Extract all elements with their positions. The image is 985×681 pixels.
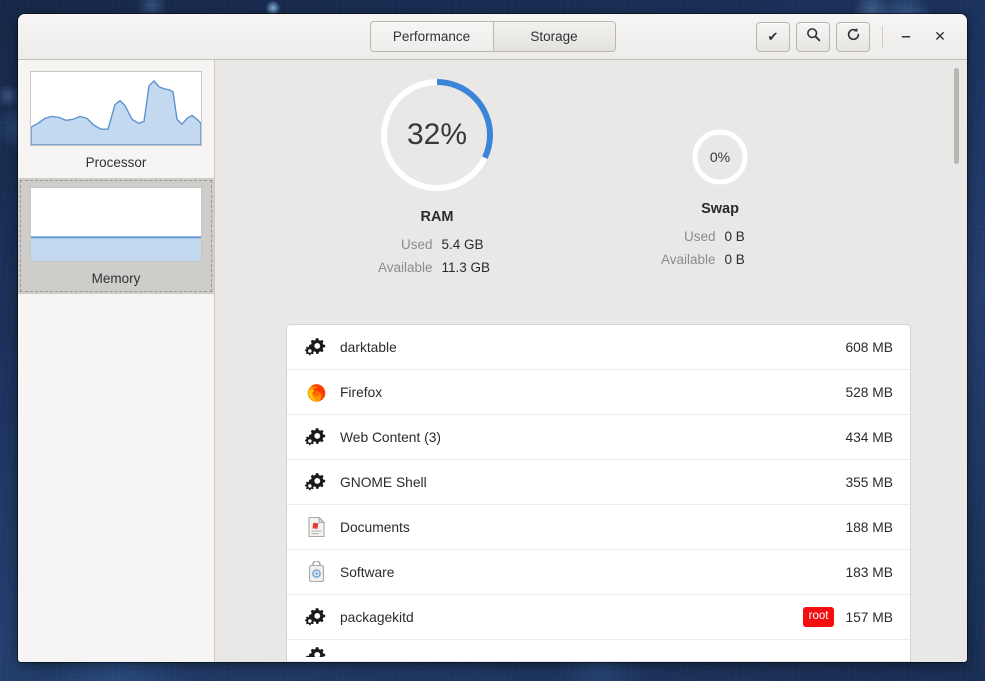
process-memory-value: 355 MB bbox=[845, 474, 893, 490]
cogs-icon bbox=[304, 425, 328, 449]
headerbar-separator bbox=[882, 25, 883, 48]
process-name: Firefox bbox=[340, 384, 383, 400]
ram-percent-label: 32% bbox=[406, 118, 468, 151]
process-row[interactable]: Web Content (3) 434 MB bbox=[287, 415, 910, 460]
process-name: GNOME Shell bbox=[340, 474, 427, 490]
performance-content: 32% RAM Used 5.4 GB Available 11.3 GB 0%… bbox=[215, 60, 967, 662]
software-icon bbox=[304, 560, 328, 584]
swap-used-value: 0 B bbox=[724, 229, 745, 244]
window-headerbar: Performance Storage bbox=[18, 14, 967, 60]
content-scrollbar[interactable] bbox=[954, 68, 959, 654]
process-row[interactable]: Documents 188 MB bbox=[287, 505, 910, 550]
process-name: packagekitd bbox=[340, 609, 414, 625]
ram-available-row: Available 11.3 GB bbox=[317, 260, 557, 275]
swap-stats: Used 0 B Available 0 B bbox=[605, 229, 835, 267]
sidebar-item-processor-label: Processor bbox=[85, 155, 147, 170]
memory-thumbnail-graph bbox=[30, 187, 202, 262]
ram-gauge-block: 32% RAM Used 5.4 GB Available 11.3 GB bbox=[317, 76, 557, 283]
minimize-button[interactable] bbox=[889, 22, 923, 52]
ram-used-value: 5.4 GB bbox=[441, 237, 484, 252]
ram-stats: Used 5.4 GB Available 11.3 GB bbox=[317, 237, 557, 275]
process-row[interactable] bbox=[287, 640, 910, 662]
process-row[interactable]: Firefox 528 MB bbox=[287, 370, 910, 415]
cogs-icon bbox=[304, 605, 328, 629]
swap-gauge-block: 0% Swap Used 0 B Available 0 B bbox=[605, 76, 835, 275]
swap-title: Swap bbox=[701, 201, 739, 217]
cogs-icon bbox=[304, 645, 328, 657]
process-list[interactable]: darktable 608 MB Firefox 528 MB Web Content … bbox=[286, 324, 911, 662]
processor-thumbnail-graph bbox=[30, 71, 202, 146]
process-user-badge: root bbox=[802, 606, 835, 628]
cogs-icon bbox=[304, 335, 328, 359]
process-memory-value: 434 MB bbox=[845, 429, 893, 445]
view-tab-switcher[interactable]: Performance Storage bbox=[369, 21, 616, 52]
process-memory-value: 183 MB bbox=[845, 564, 893, 580]
system-monitor-window: Performance Storage ✔ ‒ ✕ Processor Memo… bbox=[18, 14, 967, 662]
resource-sidebar: Processor Memory bbox=[18, 60, 215, 662]
process-row[interactable]: GNOME Shell 355 MB bbox=[287, 460, 910, 505]
swap-percent-label: 0% bbox=[709, 149, 731, 165]
close-icon bbox=[934, 28, 946, 45]
process-memory-value: 528 MB bbox=[845, 384, 893, 400]
tab-storage-label: Storage bbox=[530, 29, 578, 44]
ram-title: RAM bbox=[420, 209, 454, 225]
process-list-area: darktable 608 MB Firefox 528 MB Web Content … bbox=[286, 324, 911, 662]
cogs-icon bbox=[304, 470, 328, 494]
search-icon bbox=[806, 27, 821, 47]
tab-performance[interactable]: Performance bbox=[370, 22, 493, 51]
swap-used-row: Used 0 B bbox=[605, 229, 835, 244]
ram-used-label: Used bbox=[400, 237, 433, 252]
headerbar-actions bbox=[750, 21, 957, 52]
refresh-button[interactable] bbox=[836, 21, 870, 52]
ram-available-label: Available bbox=[377, 260, 433, 275]
sidebar-item-processor[interactable]: Processor bbox=[18, 62, 214, 178]
ram-available-value: 11.3 GB bbox=[441, 260, 491, 275]
scrollbar-thumb[interactable] bbox=[954, 68, 959, 164]
tab-performance-label: Performance bbox=[392, 29, 471, 44]
check-icon bbox=[768, 28, 779, 46]
process-row[interactable]: Software 183 MB bbox=[287, 550, 910, 595]
process-memory-value: 157 MB bbox=[845, 609, 893, 625]
process-row[interactable]: darktable 608 MB bbox=[287, 325, 910, 370]
process-row[interactable]: packagekitd root 157 MB bbox=[287, 595, 910, 640]
swap-used-label: Used bbox=[683, 229, 716, 244]
process-name: Web Content (3) bbox=[340, 429, 441, 445]
window-body: Processor Memory 32% RAM Used 5.4 GB Ava… bbox=[18, 60, 967, 662]
sidebar-item-memory[interactable]: Memory bbox=[18, 178, 214, 294]
swap-available-label: Available bbox=[660, 252, 716, 267]
firefox-icon bbox=[304, 380, 328, 404]
process-name: Documents bbox=[340, 519, 410, 535]
process-name: darktable bbox=[340, 339, 397, 355]
refresh-icon bbox=[846, 27, 861, 47]
minimize-icon bbox=[902, 28, 910, 45]
tab-storage[interactable]: Storage bbox=[492, 22, 615, 51]
swap-available-row: Available 0 B bbox=[605, 252, 835, 267]
process-name: Software bbox=[340, 564, 395, 580]
ram-ring: 32% bbox=[378, 76, 496, 194]
swap-available-value: 0 B bbox=[724, 252, 745, 267]
sidebar-item-memory-label: Memory bbox=[91, 271, 141, 286]
process-memory-value: 608 MB bbox=[845, 339, 893, 355]
document-icon bbox=[304, 515, 328, 539]
process-memory-value: 188 MB bbox=[845, 519, 893, 535]
swap-ring: 0% bbox=[691, 128, 749, 186]
confirm-button[interactable] bbox=[756, 21, 790, 52]
close-button[interactable] bbox=[923, 22, 957, 52]
ram-used-row: Used 5.4 GB bbox=[317, 237, 557, 252]
memory-gauges: 32% RAM Used 5.4 GB Available 11.3 GB 0%… bbox=[215, 60, 967, 308]
search-button[interactable] bbox=[796, 21, 830, 52]
